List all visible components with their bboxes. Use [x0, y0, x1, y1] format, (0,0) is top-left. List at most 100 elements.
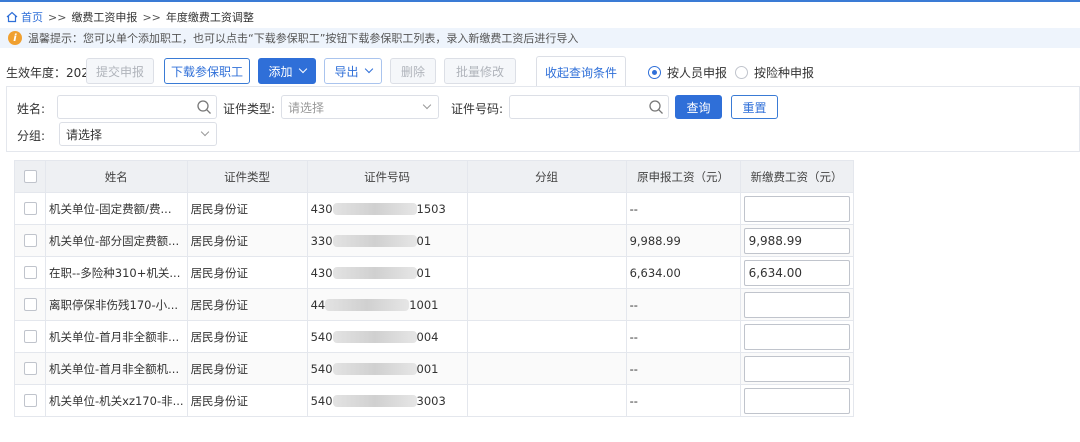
blurred-redaction: [332, 202, 417, 215]
row-checkbox[interactable]: [23, 330, 37, 343]
cell-old-wage: 6,634.00: [625, 256, 741, 289]
cert-no-suffix: 01: [416, 233, 432, 248]
cell-name: 机关单位-首月非全额非...: [45, 320, 188, 353]
cell-old-wage: --: [625, 384, 741, 417]
new-wage-input[interactable]: [743, 291, 850, 318]
cell-group: [466, 192, 627, 225]
row-checkbox[interactable]: [23, 234, 37, 247]
header-cert-type: 证件类型: [186, 160, 308, 193]
new-wage-input[interactable]: [743, 323, 850, 350]
cell-new-wage: [739, 288, 854, 321]
cert-no-prefix: 540: [310, 361, 333, 376]
query-panel: 姓名: 证件类型: 请选择 证件号码: 查询 重置 分组: 请选择: [6, 86, 1080, 152]
cell-cert-no: 430 1503: [306, 192, 468, 225]
cell-cert-type: 居民身份证: [186, 288, 308, 321]
chevron-down-icon: [298, 64, 307, 74]
cell-group: [466, 384, 627, 417]
radio-by-insurance-label: 按险种申报: [754, 66, 815, 80]
radio-by-person[interactable]: 按人员申报: [648, 64, 727, 81]
cert-no-input[interactable]: [509, 95, 669, 119]
cert-no-suffix: 01: [416, 265, 432, 280]
cell-cert-type: 居民身份证: [186, 352, 308, 385]
cert-no-prefix: 430: [310, 201, 333, 216]
tip-bar: i 温馨提示：您可以单个添加职工，也可以点击“下载参保职工”按钮下载参保职工列表…: [0, 28, 1080, 48]
row-checkbox[interactable]: [23, 394, 37, 407]
table-row: 机关单位-首月非全额机... 居民身份证 540 001 --: [14, 352, 854, 385]
header-name: 姓名: [45, 160, 188, 193]
cert-no-masked: 540 3003: [311, 394, 464, 408]
info-icon: i: [8, 31, 22, 45]
row-checkbox[interactable]: [23, 202, 37, 215]
cell-cert-type: 居民身份证: [186, 384, 308, 417]
breadcrumb-home[interactable]: 首页: [6, 9, 43, 25]
cell-name: 机关单位-机关xz170-非...: [45, 384, 188, 417]
blurred-redaction: [332, 394, 417, 407]
search-button[interactable]: 查询: [675, 95, 722, 119]
cert-no-suffix: 3003: [416, 393, 446, 408]
header-group: 分组: [466, 160, 627, 193]
tip-text: 温馨提示：您可以单个添加职工，也可以点击“下载参保职工”按钮下载参保职工列表，录…: [28, 32, 579, 45]
export-dropdown-button[interactable]: 导出: [324, 58, 382, 84]
new-wage-input[interactable]: 9,988.99: [743, 227, 850, 254]
cell-name: 离职停保非伤残170-小...: [45, 288, 188, 321]
row-select-cell: [14, 192, 46, 225]
new-wage-input[interactable]: 6,634.00: [743, 259, 850, 286]
cell-name: 机关单位-部分固定费额...: [45, 224, 188, 257]
cert-no-suffix: 004: [416, 329, 439, 344]
submit-button[interactable]: 提交申报: [86, 58, 154, 84]
table-row: 离职停保非伤残170-小... 居民身份证 44 1001 --: [14, 288, 854, 321]
cert-no-masked: 430 1503: [311, 202, 464, 216]
row-select-cell: [14, 384, 46, 417]
new-wage-input[interactable]: [743, 195, 850, 222]
cell-group: [466, 352, 627, 385]
cell-group: [466, 288, 627, 321]
table-row: 在职--多险种310+机关... 居民身份证 430 01 6,634.00 6,634.…: [14, 256, 854, 289]
cell-new-wage: [739, 352, 854, 385]
chevron-down-icon: [364, 64, 373, 74]
cell-new-wage: [739, 192, 854, 225]
cell-name: 机关单位-固定费额/费...: [45, 192, 188, 225]
cert-type-select[interactable]: 请选择: [281, 95, 439, 119]
row-select-cell: [14, 320, 46, 353]
group-label: 分组:: [17, 129, 46, 143]
row-checkbox[interactable]: [23, 266, 37, 279]
cert-no-prefix: 44: [310, 297, 326, 312]
cert-no-prefix: 430: [310, 265, 333, 280]
add-button-label: 添加: [268, 64, 293, 79]
new-wage-input[interactable]: [743, 387, 850, 414]
header-old-wage: 原申报工资（元）: [625, 160, 741, 193]
name-input[interactable]: [57, 95, 217, 119]
cert-no-masked: 44 1001: [311, 298, 464, 312]
cell-cert-type: 居民身份证: [186, 192, 308, 225]
batch-edit-button[interactable]: 批量修改: [444, 58, 516, 84]
breadcrumb-level1[interactable]: 缴费工资申报: [71, 9, 137, 25]
radio-by-insurance[interactable]: 按险种申报: [735, 64, 814, 81]
new-wage-input[interactable]: [743, 355, 850, 382]
breadcrumb-separator: >>: [142, 10, 161, 24]
row-checkbox[interactable]: [23, 298, 37, 311]
top-accent-line: [0, 0, 1080, 2]
blurred-redaction: [325, 298, 410, 311]
cell-cert-no: 430 01: [306, 256, 468, 289]
select-all-cell: [14, 160, 46, 193]
table-row: 机关单位-固定费额/费... 居民身份证 430 1503 --: [14, 192, 854, 225]
row-checkbox[interactable]: [23, 362, 37, 375]
table-row: 机关单位-部分固定费额... 居民身份证 330 01 9,988.99 9,988.99: [14, 224, 854, 257]
cert-no-masked: 330 01: [311, 234, 464, 248]
collapse-query-button[interactable]: 收起查询条件: [536, 56, 626, 87]
row-select-cell: [14, 352, 46, 385]
cell-cert-no: 540 001: [306, 352, 468, 385]
reset-button[interactable]: 重置: [731, 95, 778, 119]
cert-no-label: 证件号码:: [451, 102, 504, 116]
cell-old-wage: --: [625, 320, 741, 353]
cell-old-wage: --: [625, 352, 741, 385]
table-row: 机关单位-首月非全额非... 居民身份证 540 004 --: [14, 320, 854, 353]
group-select[interactable]: 请选择: [59, 122, 217, 146]
cell-new-wage: 6,634.00: [739, 256, 854, 289]
download-employees-button[interactable]: 下载参保职工: [164, 58, 250, 84]
search-icon: [649, 100, 663, 114]
radio-unselected-icon: [735, 66, 748, 79]
select-all-checkbox[interactable]: [23, 170, 37, 183]
delete-button[interactable]: 删除: [390, 58, 436, 84]
add-dropdown-button[interactable]: 添加: [258, 58, 316, 84]
